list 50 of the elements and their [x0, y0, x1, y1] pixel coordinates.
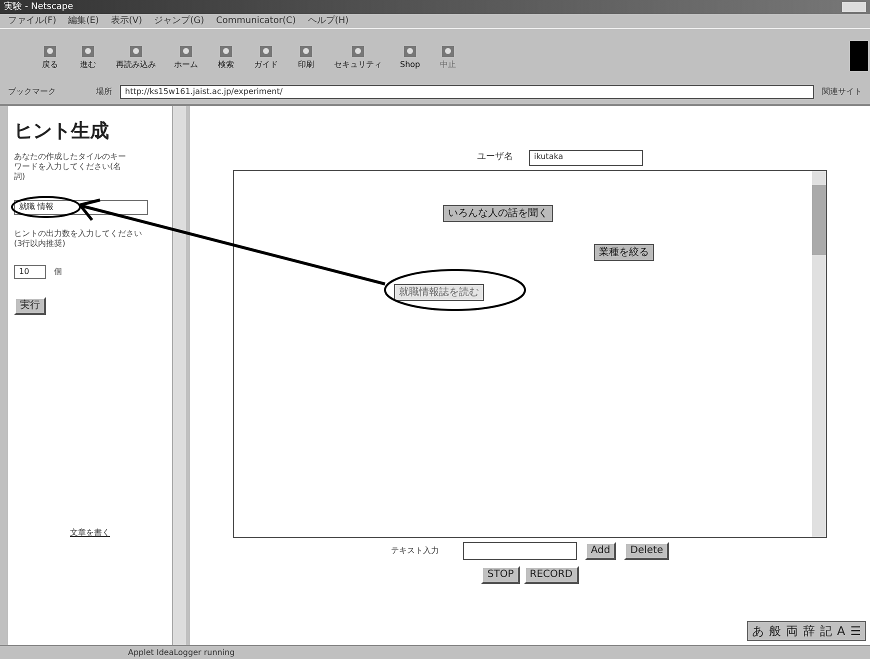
menu-item[interactable]: ジャンプ(G): [154, 16, 204, 26]
menu-item[interactable]: 表示(V): [110, 16, 142, 26]
text-input-field[interactable]: [462, 542, 577, 560]
run-button[interactable]: 実行: [14, 296, 46, 315]
username-field[interactable]: ikutaka: [529, 150, 643, 166]
ime-button[interactable]: 般: [769, 622, 782, 640]
count-field[interactable]: 10: [14, 264, 46, 279]
url-field[interactable]: http://ks15w161.jaist.ac.jp/experiment/: [120, 85, 814, 99]
keyword-prompt: あなたの作成したタイルのキーワードを入力してください(名詞): [14, 152, 126, 182]
scrollbar[interactable]: [812, 171, 826, 537]
menu-item[interactable]: ヘルプ(H): [308, 16, 349, 26]
toolbar-button[interactable]: 検索: [216, 42, 236, 68]
ime-button[interactable]: あ: [752, 622, 764, 640]
count-prompt: ヒントの出力数を入力してください(3行以内推奨): [14, 228, 143, 249]
action-button[interactable]: Delete: [624, 542, 670, 560]
idea-tile[interactable]: 業種を絞る: [594, 244, 654, 261]
record-button[interactable]: STOP: [481, 566, 520, 584]
toolbar-button[interactable]: ガイド: [254, 42, 278, 68]
ime-button[interactable]: 辞: [803, 622, 816, 640]
annotation-ellipse: [11, 196, 81, 218]
ime-button[interactable]: A: [837, 622, 846, 640]
toolbar-button[interactable]: 印刷: [296, 42, 316, 68]
hint-heading: ヒント生成: [14, 120, 110, 144]
bookmarks-button[interactable]: ブックマーク: [8, 86, 56, 98]
idea-tile[interactable]: いろんな人の話を聞く: [443, 205, 553, 222]
idea-tile[interactable]: 就職情報誌を読む: [394, 284, 484, 301]
ime-button[interactable]: 記: [820, 622, 832, 640]
window-controls: [842, 2, 866, 12]
count-unit: 個: [54, 266, 62, 278]
toolbar-button[interactable]: 再読み込み: [116, 42, 156, 68]
record-button[interactable]: RECORD: [524, 566, 579, 584]
menu-item[interactable]: Communicator(C): [216, 16, 296, 26]
toolbar-button[interactable]: セキュリティ: [334, 42, 382, 68]
toolbar-button[interactable]: 進む: [78, 42, 98, 68]
window-title: 実験 - Netscape: [4, 2, 74, 12]
text-input-label: テキスト入力: [390, 545, 439, 557]
action-button[interactable]: Add: [584, 542, 616, 560]
ime-button[interactable]: ☰: [850, 622, 861, 640]
username-label: ユーザ名: [477, 151, 513, 164]
write-link[interactable]: 文章を書く: [70, 527, 110, 539]
location-label: 場所: [96, 86, 112, 98]
toolbar-button[interactable]: 戻る: [40, 42, 60, 68]
ime-button[interactable]: 両: [786, 622, 798, 640]
scrollbar[interactable]: [172, 106, 186, 645]
status-text: Applet IdeaLogger running: [128, 646, 235, 658]
menu-item[interactable]: ファイル(F): [8, 16, 56, 26]
related-sites-button[interactable]: 関連サイト: [822, 86, 862, 98]
toolbar-button[interactable]: ホーム: [174, 42, 198, 68]
menu-item[interactable]: 編集(E): [68, 16, 99, 26]
toolbar-button[interactable]: Shop: [400, 42, 420, 68]
